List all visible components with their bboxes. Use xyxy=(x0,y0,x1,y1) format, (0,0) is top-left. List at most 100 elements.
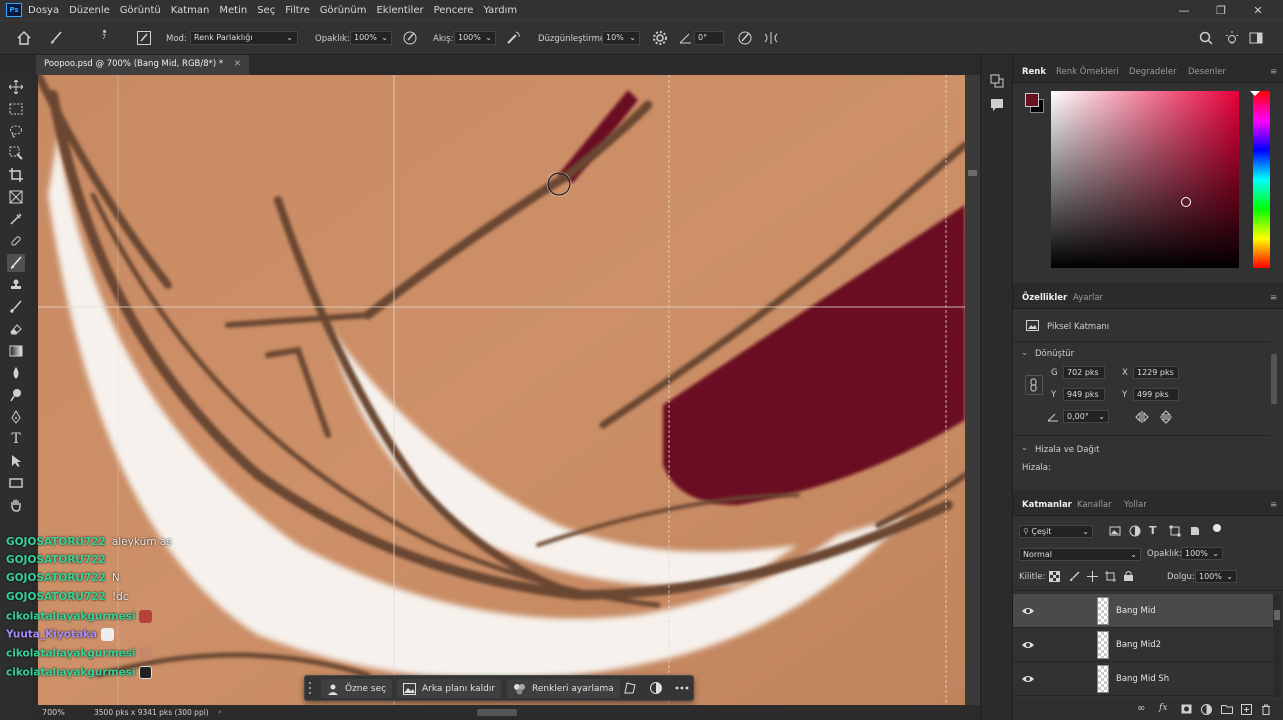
chevron-down-icon[interactable]: ⌄ xyxy=(1021,348,1028,358)
foreground-color-swatch[interactable] xyxy=(1025,93,1039,107)
adjust-colors-button[interactable]: Renkleri ayarlama xyxy=(507,679,620,698)
layer-name[interactable]: Bang Mid2 xyxy=(1116,640,1161,650)
minimize-button[interactable]: — xyxy=(1166,0,1202,20)
height-field[interactable]: 949 pks xyxy=(1063,388,1105,401)
filter-type-icon[interactable]: T xyxy=(1149,524,1157,537)
lasso-tool-icon[interactable] xyxy=(7,122,25,140)
move-tool-icon[interactable] xyxy=(7,78,25,96)
menu-dosya[interactable]: Dosya xyxy=(28,5,59,16)
discover-icon[interactable] xyxy=(1224,30,1240,46)
restore-button[interactable]: ❐ xyxy=(1203,0,1239,20)
transform-header[interactable]: Dönüştür xyxy=(1035,349,1074,359)
layer-name[interactable]: Bang Mid xyxy=(1116,606,1156,616)
smoothing-options-gear-icon[interactable] xyxy=(652,30,668,46)
airbrush-icon[interactable] xyxy=(505,30,521,46)
layer-name[interactable]: Bang Mid Sh xyxy=(1116,674,1169,684)
marquee-tool-icon[interactable] xyxy=(7,100,25,118)
tab-yollar[interactable]: Yollar xyxy=(1124,500,1147,510)
rectangle-tool-icon[interactable] xyxy=(7,474,25,492)
history-brush-tool-icon[interactable] xyxy=(7,298,25,316)
menu-katman[interactable]: Katman xyxy=(171,5,210,16)
home-icon[interactable] xyxy=(16,30,32,46)
panel-menu-icon[interactable]: ≡ xyxy=(1270,67,1277,77)
blur-tool-icon[interactable] xyxy=(7,364,25,382)
new-adjustment-icon[interactable] xyxy=(1201,704,1212,718)
close-window-button[interactable]: ✕ xyxy=(1240,0,1276,20)
workspace-icon[interactable] xyxy=(1248,30,1264,46)
layer-row[interactable]: Bang Mid xyxy=(1013,594,1273,628)
angle-field[interactable]: 0° xyxy=(694,31,724,45)
tab-ayarlar[interactable]: Ayarlar xyxy=(1073,293,1103,303)
crop-tool-icon[interactable] xyxy=(7,166,25,184)
stamp-tool-icon[interactable] xyxy=(7,276,25,294)
lock-pixels-icon[interactable] xyxy=(1069,571,1080,585)
chevron-down-icon[interactable]: ⌄ xyxy=(1021,443,1028,453)
tab-renk-ornekleri[interactable]: Renk Örnekleri xyxy=(1056,67,1119,77)
opacity-field[interactable]: 100% ⌄ xyxy=(350,31,392,45)
layer-opacity-field[interactable]: 100% ⌄ xyxy=(1181,547,1223,560)
flip-vertical-icon[interactable] xyxy=(1159,410,1173,427)
tab-desenler[interactable]: Desenler xyxy=(1188,67,1226,77)
blend-mode-select[interactable]: Normal ⌄ xyxy=(1019,548,1141,561)
history-icon[interactable] xyxy=(989,73,1005,92)
flow-field[interactable]: 100% ⌄ xyxy=(454,31,496,45)
x-field[interactable]: 1229 pks xyxy=(1133,366,1179,379)
width-field[interactable]: 702 pks xyxy=(1063,366,1105,379)
delete-layer-icon[interactable] xyxy=(1261,704,1271,718)
hand-tool-icon[interactable] xyxy=(7,496,25,514)
horizontal-scroll-thumb[interactable] xyxy=(477,709,517,716)
hue-slider[interactable] xyxy=(1250,91,1270,268)
menu-pencere[interactable]: Pencere xyxy=(434,5,474,16)
type-tool-icon[interactable]: T xyxy=(7,430,25,448)
new-layer-icon[interactable] xyxy=(1241,704,1252,718)
more-options-icon[interactable] xyxy=(675,681,689,698)
filter-smart-object-icon[interactable] xyxy=(1189,525,1201,540)
fx-icon[interactable]: fx xyxy=(1159,703,1167,713)
color-field[interactable] xyxy=(1051,91,1239,268)
dodge-tool-icon[interactable] xyxy=(7,386,25,404)
symmetry-icon[interactable] xyxy=(763,30,779,46)
healing-brush-tool-icon[interactable] xyxy=(7,232,25,250)
menu-gorunum[interactable]: Görünüm xyxy=(320,5,367,16)
brush-preset-icon[interactable] xyxy=(48,30,64,46)
menu-eklentiler[interactable]: Eklentiler xyxy=(376,5,423,16)
rotation-field[interactable]: 0,00° ⌄ xyxy=(1063,410,1109,423)
pressure-opacity-icon[interactable] xyxy=(402,30,418,46)
brush-tool-icon[interactable] xyxy=(7,254,25,272)
drag-handle-icon[interactable] xyxy=(308,680,312,696)
color-picker-ring[interactable] xyxy=(1181,197,1191,207)
tab-kanallar[interactable]: Kanallar xyxy=(1077,500,1112,510)
brush-size-preview[interactable]: 7 xyxy=(98,28,110,50)
visibility-eye-icon[interactable] xyxy=(1021,638,1035,652)
new-group-icon[interactable] xyxy=(1221,704,1233,717)
y-field[interactable]: 499 pks xyxy=(1133,388,1179,401)
panel-menu-icon[interactable]: ≡ xyxy=(1270,500,1277,510)
lock-all-icon[interactable] xyxy=(1123,570,1134,585)
menu-yardim[interactable]: Yardım xyxy=(483,5,517,16)
search-icon[interactable] xyxy=(1198,30,1214,46)
status-arrow-icon[interactable]: › xyxy=(218,707,221,716)
filter-toggle[interactable] xyxy=(1213,524,1221,532)
menu-sec[interactable]: Seç xyxy=(257,5,275,16)
tab-katmanlar[interactable]: Katmanlar xyxy=(1022,500,1072,510)
link-dimensions-icon[interactable] xyxy=(1025,375,1043,395)
comments-icon[interactable] xyxy=(989,97,1005,116)
document-canvas[interactable] xyxy=(38,75,965,705)
select-subject-button[interactable]: Özne seç xyxy=(321,679,393,698)
filter-adjustment-icon[interactable] xyxy=(1129,525,1141,540)
document-info[interactable]: 3500 pks x 9341 pks (300 ppi) xyxy=(94,708,209,717)
link-layers-icon[interactable]: ∞ xyxy=(1137,703,1145,714)
mode-select[interactable]: Renk Parlaklığı ⌄ xyxy=(190,31,298,45)
document-tab[interactable]: Poopoo.psd @ 700% (Bang Mid, RGB/8*) * ✕ xyxy=(36,55,249,75)
tab-degradeler[interactable]: Degradeler xyxy=(1129,67,1177,77)
panel-menu-icon[interactable]: ≡ xyxy=(1270,293,1277,303)
visibility-eye-icon[interactable] xyxy=(1021,604,1035,618)
adjustment-layer-icon[interactable] xyxy=(649,681,663,698)
smoothing-field[interactable]: 10% ⌄ xyxy=(602,31,640,45)
layers-scrollbar[interactable] xyxy=(1273,594,1281,698)
flip-horizontal-icon[interactable] xyxy=(1135,410,1149,427)
filter-shape-icon[interactable] xyxy=(1169,525,1181,540)
menu-metin[interactable]: Metin xyxy=(219,5,247,16)
object-selection-tool-icon[interactable] xyxy=(7,144,25,162)
frame-tool-icon[interactable] xyxy=(7,188,25,206)
